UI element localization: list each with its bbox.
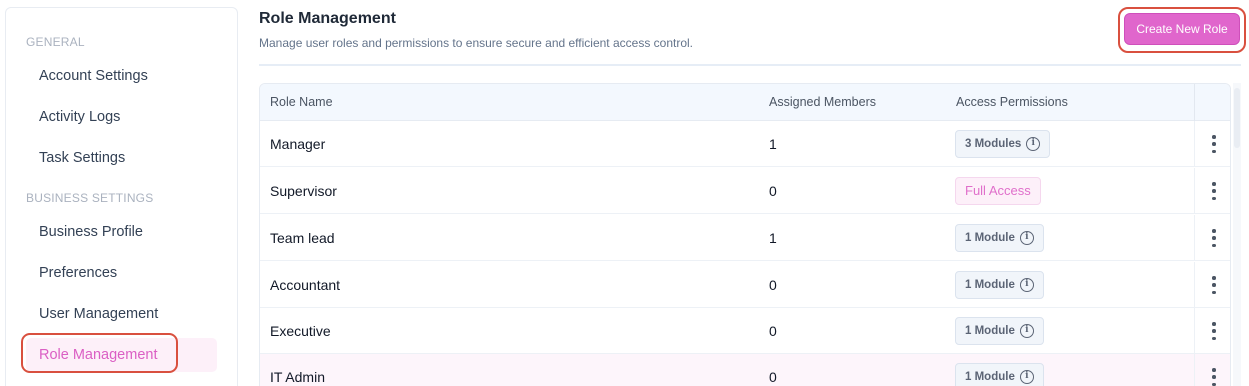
kebab-menu-icon[interactable] — [1205, 133, 1223, 155]
access-permissions-badge[interactable]: 1 Module i — [955, 363, 1044, 386]
page-subtitle: Manage user roles and permissions to ens… — [259, 36, 694, 50]
column-divider — [1194, 121, 1195, 167]
column-divider — [1194, 84, 1195, 121]
table-header: Role Name Assigned Members Access Permis… — [260, 84, 1230, 121]
column-divider — [1194, 168, 1195, 214]
sidebar-item-preferences[interactable]: Preferences — [26, 256, 217, 290]
column-header-assigned-members: Assigned Members — [769, 95, 876, 109]
kebab-menu-icon[interactable] — [1205, 227, 1223, 249]
access-permissions-label: 1 Module — [965, 232, 1015, 244]
column-header-role-name: Role Name — [270, 95, 333, 109]
assigned-members-cell: 1 — [769, 136, 777, 152]
assigned-members-cell: 0 — [769, 323, 777, 339]
sidebar-section-general: GENERAL — [26, 35, 85, 49]
assigned-members-cell: 1 — [769, 230, 777, 246]
column-header-access-permissions: Access Permissions — [956, 95, 1068, 109]
access-permissions-badge[interactable]: 1 Module i — [955, 271, 1044, 299]
table-row[interactable]: Executive 0 1 Module i — [260, 308, 1230, 354]
access-permissions-badge[interactable]: 1 Module i — [955, 224, 1044, 252]
role-name-cell: Executive — [270, 323, 331, 339]
info-circle-icon[interactable]: i — [1019, 370, 1034, 384]
role-name-cell: IT Admin — [270, 369, 325, 385]
assigned-members-cell: 0 — [769, 183, 777, 199]
role-name-cell: Accountant — [270, 277, 341, 293]
access-permissions-label: 1 Module — [965, 325, 1015, 337]
settings-sidebar: GENERAL Account Settings Activity Logs T… — [5, 7, 238, 386]
page-title: Role Management — [259, 10, 396, 27]
table-row[interactable]: IT Admin 0 1 Module i — [260, 354, 1230, 386]
table-row[interactable]: Accountant 0 1 Module i — [260, 262, 1230, 308]
sidebar-item-task-settings[interactable]: Task Settings — [26, 141, 217, 175]
sidebar-item-account-settings[interactable]: Account Settings — [26, 59, 217, 93]
column-divider — [1194, 354, 1195, 386]
assigned-members-cell: 0 — [769, 369, 777, 385]
sidebar-item-role-management[interactable]: Role Management — [26, 338, 217, 372]
column-divider — [1194, 308, 1195, 354]
roles-table: Role Name Assigned Members Access Permis… — [259, 83, 1231, 386]
kebab-menu-icon[interactable] — [1205, 320, 1223, 342]
kebab-menu-icon[interactable] — [1205, 274, 1223, 296]
role-name-cell: Team lead — [270, 230, 335, 246]
role-name-cell: Supervisor — [270, 183, 337, 199]
sidebar-item-activity-logs[interactable]: Activity Logs — [26, 100, 217, 134]
table-row[interactable]: Manager 1 3 Modules i — [260, 121, 1230, 167]
info-circle-icon[interactable]: i — [1019, 278, 1034, 292]
role-name-cell: Manager — [270, 136, 326, 152]
table-row[interactable]: Supervisor 0 Full Access — [260, 168, 1230, 214]
create-new-role-button[interactable]: Create New Role — [1124, 13, 1240, 45]
access-permissions-badge[interactable]: 1 Module i — [955, 317, 1044, 345]
kebab-menu-icon[interactable] — [1205, 180, 1223, 202]
sidebar-item-business-profile[interactable]: Business Profile — [26, 215, 217, 249]
info-circle-icon[interactable]: i — [1019, 324, 1034, 338]
header-divider — [259, 64, 1241, 66]
access-permissions-label: 1 Module — [965, 371, 1015, 383]
sidebar-item-user-management[interactable]: User Management — [26, 297, 217, 331]
sidebar-section-business-settings: BUSINESS SETTINGS — [26, 191, 154, 205]
table-scrollbar-thumb[interactable] — [1234, 88, 1240, 148]
info-circle-icon[interactable]: i — [1026, 137, 1041, 151]
table-row[interactable]: Team lead 1 1 Module i — [260, 215, 1230, 261]
column-divider — [1194, 262, 1195, 308]
access-permissions-label: 1 Module — [965, 279, 1015, 291]
access-permissions-label: 3 Modules — [965, 138, 1022, 150]
access-permissions-badge[interactable]: 3 Modules i — [955, 130, 1051, 158]
kebab-menu-icon[interactable] — [1205, 366, 1223, 386]
assigned-members-cell: 0 — [769, 277, 777, 293]
access-permissions-label: Full Access — [965, 183, 1031, 198]
full-access-badge: Full Access — [955, 177, 1041, 205]
info-circle-icon[interactable]: i — [1019, 231, 1034, 245]
column-divider — [1194, 215, 1195, 261]
